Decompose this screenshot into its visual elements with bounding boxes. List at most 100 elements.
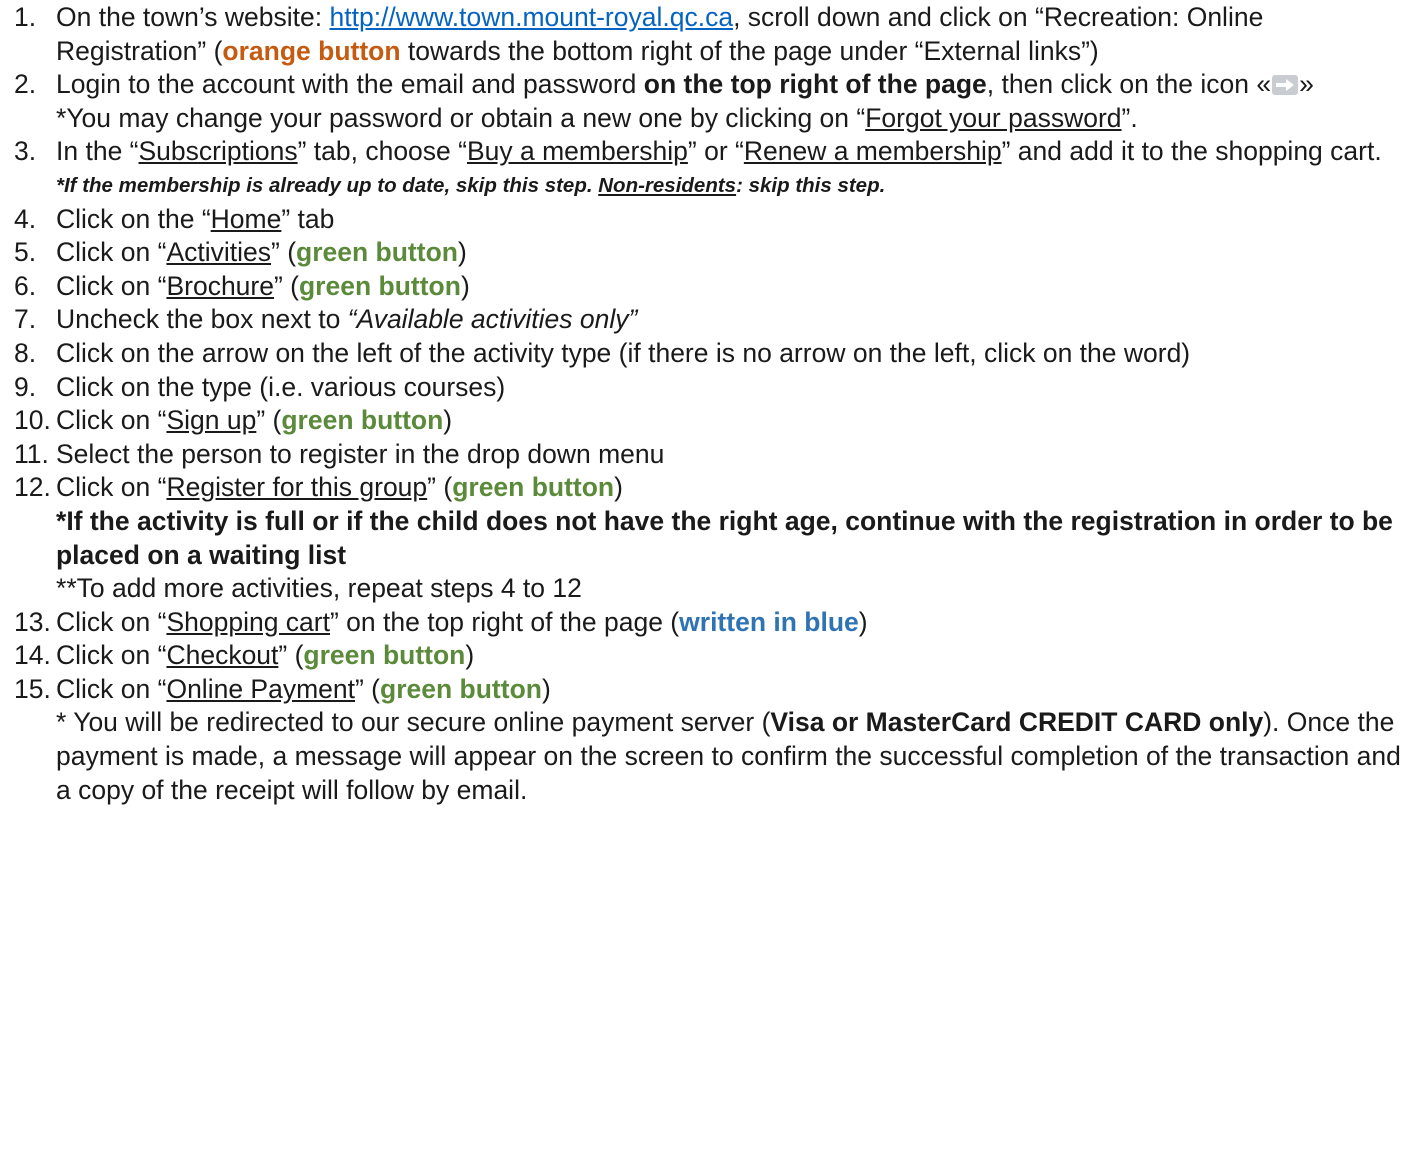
step-number: 2. — [14, 69, 37, 100]
step-number: 11. — [14, 438, 49, 469]
arrow-right-icon — [1272, 75, 1299, 96]
bold-hint: on the top right of the page — [643, 69, 987, 100]
repeat-steps-note: **To add more activities, repeat steps 4… — [56, 573, 582, 604]
step-number: 7. — [14, 304, 37, 335]
step-text: Click on “ — [56, 673, 167, 704]
step-13: 13. Click on “Shopping cart” on the top … — [14, 606, 1404, 640]
step-number: 14. — [14, 640, 51, 671]
step-text: Login to the account with the email and … — [56, 69, 644, 100]
forgot-password-link[interactable]: Forgot your password — [865, 103, 1121, 133]
shopping-cart-label: Shopping cart — [166, 606, 330, 637]
step-text: ” ( — [355, 673, 381, 704]
renew-membership-label: Renew a membership — [743, 136, 1002, 167]
step-number: 5. — [14, 237, 37, 268]
step-text: Click on the type (i.e. various courses) — [56, 371, 506, 402]
step-text: ) — [858, 606, 868, 637]
green-button-hint: green button — [281, 405, 444, 436]
sign-up-label: Sign up — [166, 405, 257, 436]
step-text: Click on the “ — [56, 203, 211, 234]
step-text: ) — [614, 472, 623, 503]
credit-card-note: Visa or MasterCard CREDIT CARD only — [770, 707, 1264, 738]
step-text: towards the bottom right of the page und… — [400, 35, 1099, 66]
step-text: Click on “ — [56, 270, 167, 301]
step-11: 11. Select the person to register in the… — [14, 438, 1404, 472]
step-text: In the “ — [56, 136, 139, 167]
step-text: ) — [443, 405, 453, 436]
available-activities-label: “Available activities only” — [347, 304, 638, 335]
step-8: 8. Click on the arrow on the left of the… — [14, 337, 1404, 371]
step-note: *You may change your password or obtain … — [56, 102, 1404, 136]
checkout-label: Checkout — [166, 640, 279, 671]
town-website-link[interactable]: http://www.town.mount-royal.qc.ca — [330, 2, 734, 32]
step-text: Click on the arrow on the left of the ac… — [56, 337, 1191, 368]
step-text: ) — [460, 270, 470, 301]
step-number: 1. — [14, 2, 37, 32]
step-6: 6. Click on “Brochure” (green button) — [14, 270, 1404, 304]
step-number: 12. — [14, 472, 51, 503]
step-number: 8. — [14, 337, 37, 368]
instructions-page: 1. On the town’s website: http://www.tow… — [0, 0, 1413, 1174]
step-12: 12. Click on “Register for this group” (… — [14, 471, 1404, 605]
step-text: Click on “ — [56, 606, 167, 637]
step-number: 15. — [14, 673, 51, 704]
step-number: 10. — [14, 405, 51, 436]
step-14: 14. Click on “Checkout” (green button) — [14, 639, 1404, 673]
step-text: ” or “ — [687, 136, 744, 167]
step-number: 6. — [14, 270, 37, 301]
orange-button-hint: orange button — [222, 35, 401, 66]
note-text: : skip this step. — [736, 173, 886, 197]
brochure-label: Brochure — [166, 270, 274, 301]
step-text: ” tab, choose “ — [297, 136, 467, 167]
step-text: ” tab — [281, 203, 335, 234]
step-1: 1. On the town’s website: http://www.tow… — [14, 1, 1404, 68]
register-group-label: Register for this group — [166, 472, 428, 503]
steps-list: 1. On the town’s website: http://www.tow… — [14, 1, 1404, 807]
step-number: 3. — [14, 136, 37, 167]
note-text: *If the membership is already up to date… — [56, 173, 599, 197]
green-button-hint: green button — [452, 472, 615, 503]
step-3: 3. In the “Subscriptions” tab, choose “B… — [14, 135, 1404, 202]
activities-label: Activities — [166, 237, 272, 268]
blue-text-hint: written in blue — [679, 606, 859, 637]
waiting-list-note: *If the activity is full or if the child… — [56, 505, 1393, 570]
step-5: 5. Click on “Activities” (green button) — [14, 236, 1404, 270]
step-note: *If the membership is already up to date… — [56, 169, 1404, 203]
step-15: 15. Click on “Online Payment” (green but… — [14, 673, 1404, 807]
home-tab-label: Home — [210, 203, 282, 234]
subscriptions-tab-label: Subscriptions — [138, 136, 298, 167]
step-9: 9. Click on the type (i.e. various cours… — [14, 371, 1404, 405]
step-2: 2. Login to the account with the email a… — [14, 68, 1404, 135]
step-text: Click on “ — [56, 405, 167, 436]
step-text: Click on “ — [56, 472, 167, 503]
step-text: , then click on the icon « — [986, 69, 1272, 100]
step-text: ) — [541, 673, 551, 704]
step-text: On the town’s website: — [56, 2, 330, 32]
step-4: 4. Click on the “Home” tab — [14, 203, 1404, 237]
step-number: 9. — [14, 371, 37, 402]
note-text: ”. — [1121, 102, 1138, 133]
step-text: ) — [465, 640, 475, 671]
step-text: ” on the top right of the page ( — [329, 606, 680, 637]
step-text: Click on “ — [56, 640, 167, 671]
step-10: 10. Click on “Sign up” (green button) — [14, 404, 1404, 438]
step-7: 7. Uncheck the box next to “Available ac… — [14, 303, 1404, 337]
green-button-hint: green button — [299, 270, 461, 301]
step-text: » — [1299, 69, 1314, 100]
step-text: Select the person to register in the dro… — [56, 438, 665, 469]
note-text: *You may change your password or obtain … — [56, 102, 866, 133]
step-text: ) — [457, 237, 467, 268]
step-text: ” and add it to the shopping cart. — [1001, 136, 1382, 167]
green-button-hint: green button — [303, 640, 466, 671]
step-number: 13. — [14, 606, 51, 637]
step-text: ” ( — [273, 270, 299, 301]
step-text: Click on “ — [56, 237, 167, 268]
buy-membership-label: Buy a membership — [466, 136, 688, 167]
note-text: * You will be redirected to our secure o… — [56, 707, 771, 738]
online-payment-label: Online Payment — [166, 673, 355, 704]
non-residents-label: Non-residents — [598, 173, 737, 197]
step-number: 4. — [14, 203, 37, 234]
step-text: ” ( — [271, 237, 297, 268]
step-text: Uncheck the box next to — [56, 304, 348, 335]
step-text: ” ( — [278, 640, 304, 671]
green-button-hint: green button — [380, 673, 542, 704]
